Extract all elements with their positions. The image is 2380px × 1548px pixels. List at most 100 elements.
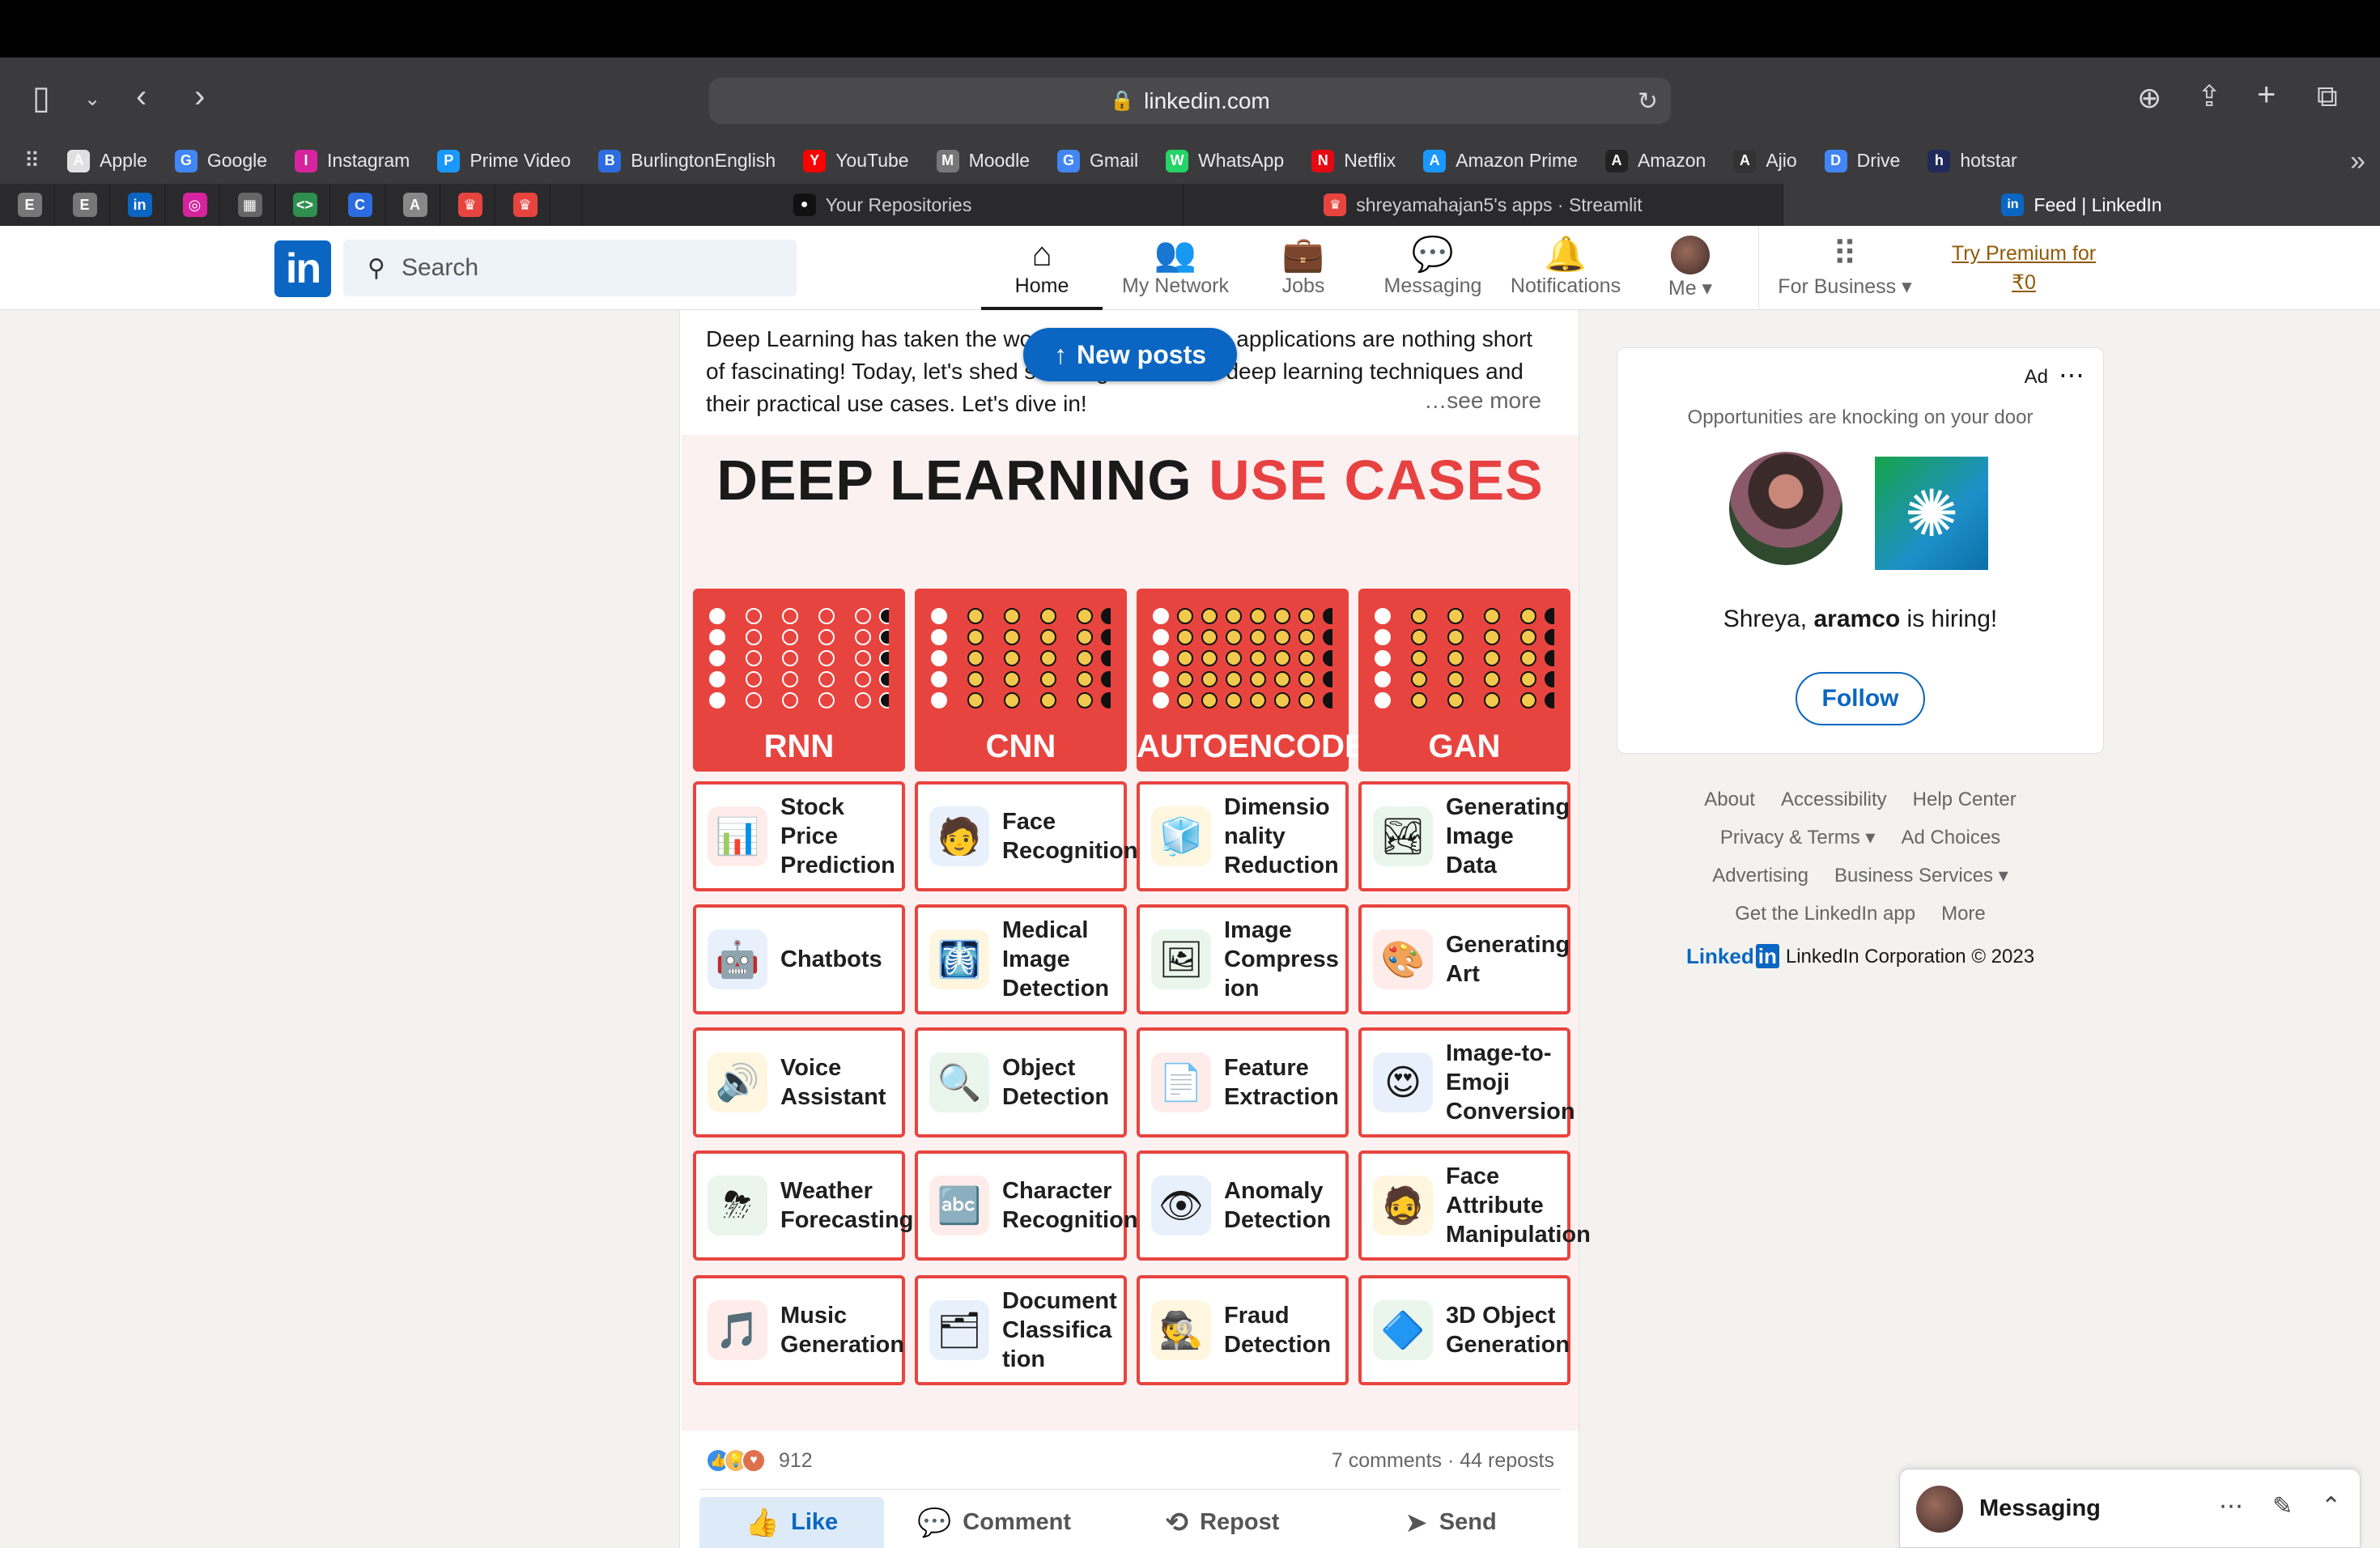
nav-notifications[interactable]: 🔔 Notifications	[1499, 234, 1632, 310]
pinned-tab-c[interactable]: C	[335, 184, 385, 226]
browser-tab[interactable]: ● Your Repositories	[581, 184, 1183, 226]
comment-button[interactable]: 💬 Comment	[884, 1497, 1104, 1548]
footer-link-more[interactable]: More	[1941, 903, 1986, 925]
compose-icon[interactable]: ✎	[2272, 1492, 2293, 1520]
search-input[interactable]: ⚲ Search	[343, 240, 797, 296]
download-icon[interactable]: ⊕	[2137, 82, 2161, 114]
3d-cube-icon: 🔷	[1373, 1300, 1433, 1360]
use-case-face-recognition: 🧑 Face Recognition	[915, 781, 1138, 891]
forward-arrow-icon[interactable]: ›	[194, 80, 205, 113]
messaging-overlay[interactable]: Messaging ⋯ ✎ ⌃	[1899, 1469, 2361, 1548]
nav-label: Me ▾	[1668, 277, 1713, 300]
comments-reposts[interactable]: 7 comments · 44 reposts	[1332, 1449, 1554, 1473]
robot-icon: 🤖	[708, 929, 767, 989]
bookmark-amazon[interactable]: A Amazon	[1604, 149, 1706, 172]
use-case-label: Fraud Detection	[1224, 1301, 1331, 1359]
bookmark-hotstar[interactable]: h hotstar	[1927, 149, 2017, 172]
reload-icon[interactable]: ↻	[1638, 87, 1658, 116]
tab-overview-icon[interactable]: ⧉	[2317, 80, 2338, 113]
linkedin-logo[interactable]: in	[274, 240, 331, 297]
address-bar[interactable]: 🔒 linkedin.com ↻	[709, 78, 1671, 124]
label-line: Generating	[1446, 932, 1570, 958]
footer-link-help-center[interactable]: Help Center	[1913, 789, 2017, 811]
nav-me[interactable]: Me ▾	[1650, 234, 1731, 310]
ad-hiring-text: Shreya, aramco is hiring!	[1617, 606, 2103, 633]
social-counts: 👍 💡 ♥ 912 7 comments · 44 reposts	[706, 1440, 1554, 1481]
bookmark-netflix[interactable]: N Netflix	[1311, 149, 1396, 172]
more-bookmarks-icon[interactable]: »	[2350, 146, 2365, 177]
messaging-label: Messaging	[1979, 1495, 2101, 1521]
pinned-tab-code[interactable]: <>	[280, 184, 330, 226]
bookmark-youtube[interactable]: Y YouTube	[803, 149, 909, 172]
bookmark-instagram[interactable]: I Instagram	[295, 149, 410, 172]
bookmark-drive[interactable]: D Drive	[1824, 149, 1900, 172]
new-posts-button[interactable]: ↑ New posts	[1023, 328, 1237, 381]
nav-jobs[interactable]: 💼 Jobs	[1256, 234, 1350, 310]
favicon-icon: <>	[292, 193, 317, 217]
company-logo[interactable]: ✺	[1875, 457, 1988, 570]
bookmark-prime-video[interactable]: P Prime Video	[437, 149, 571, 172]
pinned-tab-a[interactable]: A	[390, 184, 440, 226]
pinned-tab-instagram[interactable]: ◎	[170, 184, 220, 226]
pinned-tab-streamlit2[interactable]: ♛	[500, 184, 550, 226]
footer-link-get-the-linkedin-app[interactable]: Get the LinkedIn app	[1735, 903, 1915, 925]
footer-link-privacy-terms[interactable]: Privacy & Terms ▾	[1720, 826, 1876, 849]
bookmark-whatsapp[interactable]: W WhatsApp	[1166, 149, 1284, 172]
pinned-tab-linkedin[interactable]: in	[115, 184, 165, 226]
footer-link-ad-choices[interactable]: Ad Choices	[1901, 827, 2000, 849]
more-options-icon[interactable]: ⋯	[2059, 359, 2085, 390]
bookmark-gmail[interactable]: G Gmail	[1057, 149, 1138, 172]
post-card: Deep Learning has taken the world by sto…	[679, 310, 1591, 1548]
label-line: Compress	[1224, 946, 1339, 972]
bookmark-amazon-prime[interactable]: A Amazon Prime	[1423, 149, 1578, 172]
label-line: Generating	[1446, 794, 1570, 820]
pinned-tab-cisco[interactable]: ▦	[225, 184, 275, 226]
browser-tab[interactable]: in Feed | LinkedIn	[1783, 184, 2380, 226]
chevron-up-icon[interactable]: ⌃	[2321, 1492, 2341, 1520]
more-options-icon[interactable]: ⋯	[2219, 1492, 2243, 1520]
footer-link-advertising[interactable]: Advertising	[1712, 865, 1808, 887]
post-image[interactable]: DEEP LEARNING USE CASES RNN CNN AUTOENCODE…	[682, 435, 1591, 1431]
new-tab-icon[interactable]: +	[2257, 79, 2276, 111]
bookmark-google[interactable]: G Google	[174, 149, 267, 172]
reactions-count[interactable]: 912	[779, 1449, 813, 1473]
footer-link-accessibility[interactable]: Accessibility	[1781, 789, 1887, 811]
footer-link-about[interactable]: About	[1704, 789, 1755, 811]
pinned-tab-streamlit1[interactable]: ♛	[445, 184, 495, 226]
pinned-tab-e1[interactable]: E	[5, 184, 55, 226]
share-icon[interactable]: ⇪	[2197, 80, 2221, 113]
infographic-title: DEEP LEARNING USE CASES	[682, 448, 1579, 512]
favicon-icon: E	[72, 193, 97, 217]
see-more-link[interactable]: …see more	[1416, 388, 1541, 414]
streamlit-icon: ♛	[1324, 194, 1347, 216]
footer-link-business-services[interactable]: Business Services ▾	[1834, 864, 2008, 887]
try-premium-link[interactable]: Try Premium for ₹0	[1943, 239, 2105, 297]
label-line: Conversion	[1446, 1099, 1575, 1125]
repost-button[interactable]: ⟲ Repost	[1104, 1497, 1341, 1548]
bookmark-ajio[interactable]: A Ajio	[1733, 149, 1797, 172]
copyright: LinkedIn Corporation © 2023	[1785, 945, 2035, 968]
like-button[interactable]: 👍 Like	[699, 1497, 884, 1548]
pinned-tab-e2[interactable]: E	[60, 184, 110, 226]
nav-for-business[interactable]: ⠿ For Business ▾	[1757, 234, 1933, 310]
back-arrow-icon[interactable]: ‹	[136, 80, 147, 113]
label-line: Detection	[1002, 1084, 1110, 1110]
reaction-icons[interactable]: 👍 💡 ♥	[706, 1448, 766, 1473]
prime-video-icon: P	[437, 149, 461, 172]
nav-home[interactable]: ⌂ Home	[981, 234, 1103, 310]
nav-my-network[interactable]: 👥 My Network	[1111, 234, 1240, 310]
favicon-icon: in	[127, 193, 152, 217]
sidebar-toggle-icon[interactable]: ▯	[32, 82, 50, 114]
apps-grid-icon[interactable]: ⠿	[24, 148, 40, 173]
nav-messaging[interactable]: 💬 Messaging	[1370, 234, 1496, 310]
bookmark-moodle[interactable]: M Moodle	[936, 149, 1030, 172]
follow-button[interactable]: Follow	[1796, 672, 1925, 725]
chevron-down-icon[interactable]: ⌄	[84, 83, 100, 116]
bookmark-burlingtonenglish[interactable]: B BurlingtonEnglish	[598, 149, 776, 172]
bookmark-apple[interactable]: A Apple	[67, 149, 147, 172]
use-case-image-compression: 🖼 Image Compress ion	[1137, 904, 1349, 1014]
send-button[interactable]: ➤ Send	[1341, 1497, 1561, 1548]
repost-icon: ⟲	[1165, 1507, 1189, 1538]
apple-icon: A	[67, 149, 91, 172]
browser-tab[interactable]: ♛ shreyamahajan5's apps · Streamlit	[1183, 184, 1783, 226]
